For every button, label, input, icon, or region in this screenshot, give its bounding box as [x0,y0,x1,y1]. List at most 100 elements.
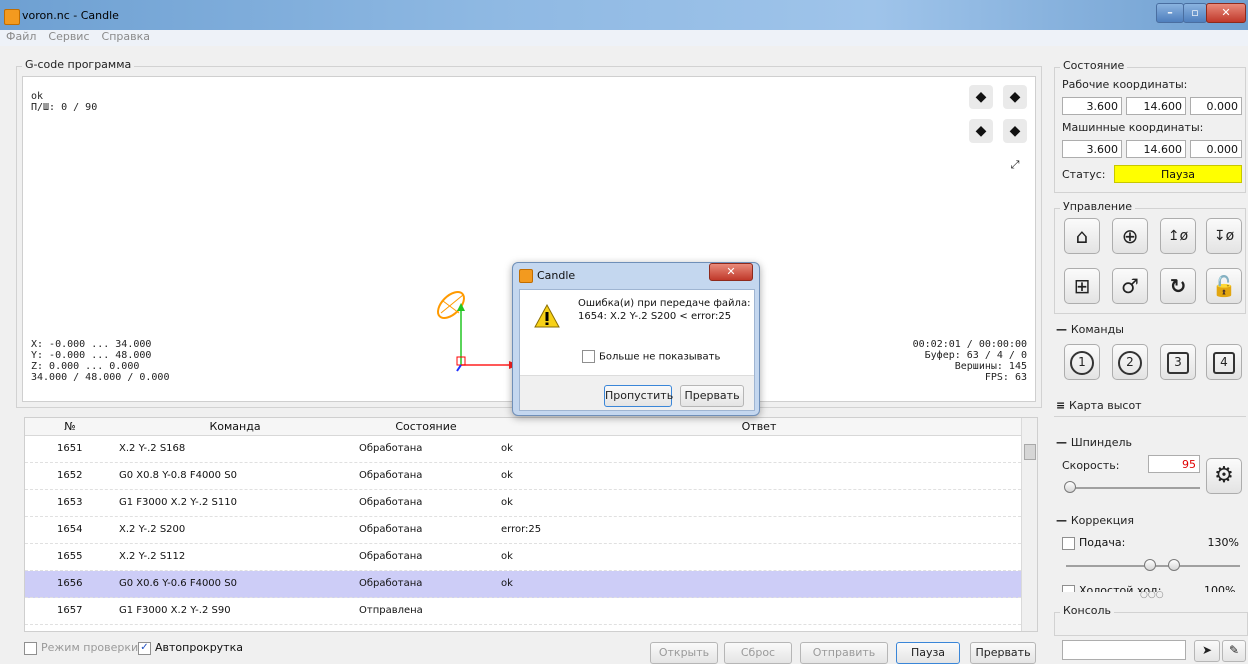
restore-origin-icon[interactable]: ⊞ [1064,268,1100,304]
command-2-button[interactable]: 2 [1112,344,1148,380]
table-row-selected[interactable]: 1656 G0 X0.6 Y-0.6 F4000 S0 Обработана o… [25,571,1021,598]
row-number: 1656 [57,578,83,589]
program-group-title: G-code программа [22,58,135,71]
dialog-message-line1: Ошибка(и) при передаче файла: [578,298,751,309]
viewer-status: ok [31,91,44,102]
row-state: Обработана [359,551,423,562]
z-axis [456,364,462,372]
status-badge: Пауза [1114,165,1242,183]
table-row[interactable]: 1653 G1 F3000 X.2 Y-.2 S110 Обработана o… [25,490,1021,517]
open-button[interactable]: Открыть [650,642,718,664]
dont-show-label: Больше не показывать [599,351,721,363]
dialog-title: Candle [537,269,576,282]
pause-button[interactable]: Пауза [896,642,960,664]
machine-y-field: 14.600 [1126,140,1186,158]
maximize-button[interactable]: ▫ [1183,3,1207,23]
table-row[interactable]: 1652 G0 X0.8 Y-0.8 F4000 S0 Обработана o… [25,463,1021,490]
view-left-icon[interactable]: ◆ [969,119,993,143]
command-1-button[interactable]: 1 [1064,344,1100,380]
feed-override-checkbox[interactable] [1062,536,1075,550]
commands-header[interactable]: — Команды [1056,323,1124,336]
check-mode-checkbox[interactable] [24,641,37,655]
control-title: Управление [1060,200,1136,213]
send-button[interactable]: Отправить [800,642,888,664]
col-response[interactable]: Ответ [497,420,1021,433]
view-front-icon[interactable]: ◆ [1003,85,1027,109]
safe-position-icon[interactable]: ♂ [1112,268,1148,304]
gcode-table[interactable]: № Команда Состояние Ответ 1651 X.2 Y-.2 … [24,417,1038,632]
home-icon[interactable]: ⌂ [1064,218,1100,254]
feed-slider-default-handle[interactable] [1144,559,1156,571]
table-row[interactable]: 1651 X.2 Y-.2 S168 Обработана ok [25,436,1021,463]
col-number[interactable]: № [25,420,115,433]
autoscroll[interactable]: ✓ Автопрокрутка [138,641,243,655]
row-response: ok [501,497,513,508]
table-row[interactable]: 1657 G1 F3000 X.2 Y-.2 S90 Отправлена [25,598,1021,625]
console-input[interactable] [1062,640,1186,660]
work-x-field: 3.600 [1062,97,1122,115]
z-range: Z: 0.000 ... 0.000 [31,361,140,372]
row-response: ok [501,551,513,562]
feed-override-label: Подача: [1079,536,1126,549]
row-response: ok [501,443,513,454]
dialog-abort-button[interactable]: Прервать [680,385,744,407]
menu-file[interactable]: Файл [6,30,36,43]
spindle-slider-track[interactable] [1066,487,1200,489]
col-state[interactable]: Состояние [355,420,497,433]
feed-override[interactable]: Подача: [1062,536,1125,550]
feed-slider-handle[interactable] [1168,559,1180,571]
zero-xy-icon[interactable]: ↥ø [1160,218,1196,254]
table-row[interactable]: 1655 X.2 Y-.2 S112 Обработана ok [25,544,1021,571]
row-state: Обработана [359,470,423,481]
view-top-icon[interactable]: ◆ [969,85,993,109]
probe-z-icon[interactable]: ⊕ [1112,218,1148,254]
work-coords-label: Рабочие координаты: [1062,78,1188,91]
check-mode-label: Режим проверки [41,641,139,654]
machine-z-field: 0.000 [1190,140,1242,158]
abort-button[interactable]: Прервать [970,642,1036,664]
clear-console-icon[interactable]: ✎ [1222,640,1246,662]
row-command: X.2 Y-.2 S200 [119,524,186,535]
error-dialog: Candle ✕ Ошибка(и) при передаче файла: 1… [512,262,760,416]
minimize-button[interactable]: – [1156,3,1184,23]
spindle-slider-handle[interactable] [1064,481,1076,493]
close-button[interactable]: ✕ [1206,3,1246,23]
reset-button[interactable]: Сброс [724,642,792,664]
menu-service[interactable]: Сервис [48,30,89,43]
spindle-toggle-icon[interactable]: ⚙ [1206,458,1242,494]
dont-show-option[interactable]: Больше не показывать [582,350,720,363]
dont-show-checkbox[interactable] [582,350,595,363]
command-4-button[interactable]: 4 [1206,344,1242,380]
fit-view-icon[interactable]: ⤢ [1003,153,1027,177]
col-command[interactable]: Команда [115,420,355,433]
scrollbar-thumb[interactable] [1024,444,1036,460]
rapid-override-checkbox[interactable] [1062,584,1075,592]
check-mode[interactable]: Режим проверки [24,641,138,655]
autoscroll-checkbox[interactable]: ✓ [138,641,151,655]
command-3-button[interactable]: 3 [1160,344,1196,380]
spindle-header[interactable]: — Шпиндель [1056,436,1132,449]
table-row[interactable]: 1654 X.2 Y-.2 S200 Обработана error:25 [25,517,1021,544]
table-scrollbar[interactable] [1021,418,1037,631]
splitter-handle[interactable]: ○○○ [1140,590,1164,600]
unlock-icon[interactable]: 🔓 [1206,268,1242,304]
command-2-label: 2 [1118,350,1142,375]
row-command: X.2 Y-.2 S168 [119,443,186,454]
heightmap-header[interactable]: ≡ Карта высот [1056,399,1142,412]
reset-icon[interactable]: ↻ [1160,268,1196,304]
row-command: G0 X0.6 Y-0.6 F4000 S0 [119,578,237,589]
correction-header[interactable]: — Коррекция [1056,514,1134,527]
skip-button[interactable]: Пропустить [604,385,673,407]
row-command: G1 F3000 X.2 Y-.2 S110 [119,497,237,508]
row-response: error:25 [501,524,542,535]
menu-help[interactable]: Справка [102,30,150,43]
spindle-speed-field[interactable]: 95 [1148,455,1200,473]
view-iso-icon[interactable]: ◆ [1003,119,1027,143]
row-response: ok [501,470,513,481]
dialog-message-line2: 1654: X.2 Y-.2 S200 < error:25 [578,311,732,322]
send-command-icon[interactable]: ➤ [1194,640,1220,662]
dialog-close-button[interactable]: ✕ [709,263,753,281]
zero-z-icon[interactable]: ↧ø [1206,218,1242,254]
row-number: 1651 [57,443,83,454]
x-range: X: -0.000 ... 34.000 [31,339,152,350]
